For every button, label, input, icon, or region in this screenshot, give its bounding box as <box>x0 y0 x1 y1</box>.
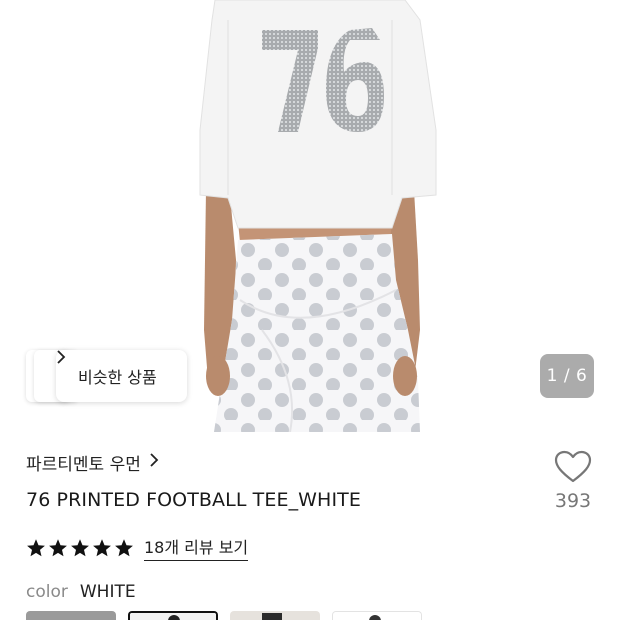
review-link[interactable]: 18개 리뷰 보기 <box>144 534 249 561</box>
rating-row: 18개 리뷰 보기 <box>26 534 249 561</box>
heart-outline-icon <box>554 450 592 483</box>
star-icon <box>115 538 133 556</box>
similar-products-label: 비슷한 상품 <box>78 368 157 387</box>
like-button[interactable]: 393 <box>548 450 598 512</box>
swatch-white-2[interactable] <box>332 611 422 620</box>
image-counter: 1 / 6 <box>540 354 594 398</box>
product-image[interactable]: 비슷한 상품 1 / 6 <box>0 0 620 432</box>
star-icon <box>49 538 67 556</box>
like-count: 393 <box>554 490 592 512</box>
swatch-gray[interactable] <box>26 611 116 620</box>
color-label: color <box>26 582 68 602</box>
color-row: color WHITE <box>26 582 136 602</box>
swatch-white-selected[interactable] <box>128 611 218 620</box>
star-icon <box>71 538 89 556</box>
product-title: 76 PRINTED FOOTBALL TEE_WHITE <box>26 489 361 511</box>
chevron-right-icon <box>149 452 159 473</box>
brand-name: 파르티멘토 우먼 <box>26 455 141 475</box>
swatch-photo[interactable] <box>230 611 320 620</box>
similar-products-button[interactable]: 비슷한 상품 <box>56 350 187 402</box>
star-icon <box>27 538 45 556</box>
color-value: WHITE <box>79 582 136 602</box>
brand-link[interactable]: 파르티멘토 우먼 <box>26 450 159 475</box>
star-icon <box>93 538 111 556</box>
color-swatches <box>26 611 422 620</box>
star-rating <box>26 538 134 558</box>
